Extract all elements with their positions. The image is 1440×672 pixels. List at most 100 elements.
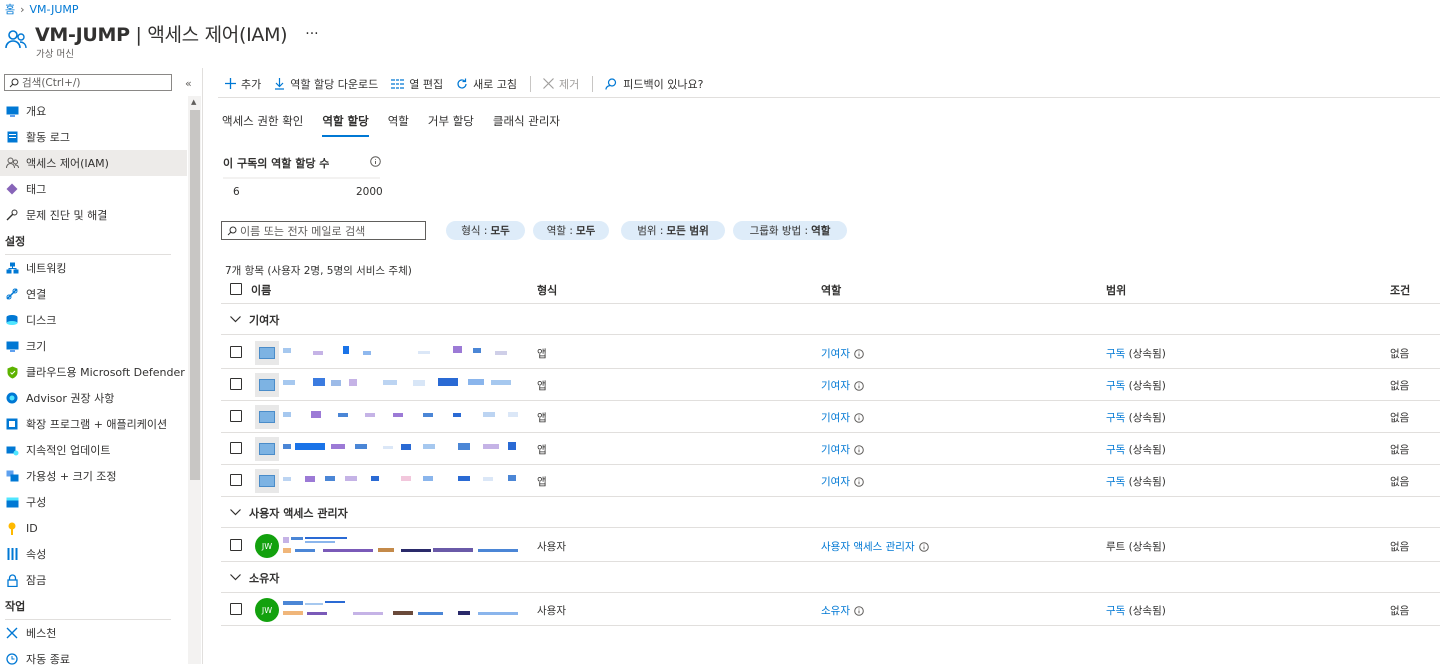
sidebar-scroll-thumb[interactable] [190, 110, 200, 480]
scope-link[interactable]: 구독 [1106, 348, 1125, 360]
select-all-checkbox[interactable] [230, 283, 242, 295]
add-button[interactable]: 추가 [225, 76, 261, 92]
remove-button[interactable]: 제거 [543, 76, 579, 92]
tab-roles[interactable]: 역할 [388, 113, 409, 137]
edit-columns-button[interactable]: 열 편집 [391, 76, 443, 92]
tab-role-assignments[interactable]: 역할 할당 [322, 113, 369, 137]
column-header-name[interactable]: 이름 [251, 282, 271, 298]
sidebar-item-advisor[interactable]: Advisor 권장 사항 [0, 385, 187, 411]
info-icon[interactable] [854, 445, 864, 455]
tab-deny-assignments[interactable]: 거부 할당 [428, 113, 474, 137]
column-header-condition[interactable]: 조건 [1390, 282, 1410, 298]
info-icon[interactable] [854, 349, 864, 359]
condition-cell: 없음 [1390, 412, 1410, 424]
sidebar-item-size[interactable]: 크기 [0, 333, 187, 359]
type-cell: 앱 [537, 444, 547, 456]
role-link[interactable]: 사용자 액세스 관리자 [821, 541, 915, 553]
row-checkbox[interactable] [230, 474, 242, 486]
sidebar-item-label: 베스천 [26, 627, 57, 640]
sidebar-item-updates[interactable]: 지속적인 업데이트 [0, 437, 187, 463]
info-icon[interactable] [854, 413, 864, 423]
sidebar-item-defender[interactable]: 클라우드용 Microsoft Defender [0, 359, 187, 385]
assignment-count-title: 이 구독의 역할 할당 수 [223, 157, 330, 170]
row-checkbox[interactable] [230, 378, 242, 390]
row-checkbox[interactable] [230, 346, 242, 358]
group-header-user-access-administrator[interactable]: 사용자 액세스 관리자 [221, 498, 1440, 528]
add-button-label: 추가 [241, 77, 262, 91]
scope-filter-pill[interactable]: 범위 : 모든 범위 [621, 221, 725, 240]
info-icon[interactable] [854, 381, 864, 391]
column-header-type[interactable]: 형식 [537, 282, 557, 298]
table-row[interactable]: 앱 기여자 구독 (상속됨) 없음 [221, 401, 1440, 433]
role-link[interactable]: 기여자 [821, 380, 850, 392]
row-checkbox[interactable] [230, 603, 242, 615]
column-header-role[interactable]: 역할 [821, 282, 841, 298]
connect-icon [5, 287, 19, 301]
info-icon[interactable] [918, 542, 929, 552]
row-checkbox[interactable] [230, 410, 242, 422]
table-row[interactable]: 앱 기여자 구독 (상속됨) 없음 [221, 465, 1440, 497]
column-header-scope[interactable]: 범위 [1106, 282, 1126, 298]
chevron-down-icon [230, 316, 241, 323]
tab-check-access[interactable]: 액세스 권한 확인 [222, 113, 303, 137]
type-filter-pill[interactable]: 형식 : 모두 [446, 221, 525, 240]
sidebar-item-bastion[interactable]: 베스천 [0, 620, 187, 646]
sidebar-item-activity-log[interactable]: 활동 로그 [0, 124, 187, 150]
people-icon [5, 156, 19, 170]
breadcrumb-current-link[interactable]: VM-JUMP [30, 3, 79, 16]
role-link[interactable]: 기여자 [821, 412, 850, 424]
sidebar-item-auto-shutdown[interactable]: 자동 종료 [0, 646, 187, 672]
sidebar-item-iam[interactable]: 액세스 제어(IAM) [0, 150, 187, 176]
sidebar-item-configuration[interactable]: 구성 [0, 489, 187, 515]
info-icon[interactable] [854, 477, 864, 487]
row-checkbox[interactable] [230, 539, 242, 551]
remove-button-label: 제거 [559, 77, 580, 91]
table-row[interactable]: JW 사용자 사용자 액세스 관리자 루트 (상속됨) 없음 [221, 530, 1440, 562]
scope-link[interactable]: 구독 [1106, 412, 1125, 424]
group-header-owner[interactable]: 소유자 [221, 563, 1440, 593]
group-by-filter-pill[interactable]: 그룹화 방법 : 역할 [733, 221, 847, 240]
sidebar-item-availability[interactable]: 가용성 + 크기 조정 [0, 463, 187, 489]
refresh-button[interactable]: 새로 고침 [456, 76, 517, 92]
download-assignments-button[interactable]: 역할 할당 다운로드 [274, 76, 378, 92]
sidebar-item-connect[interactable]: 연결 [0, 281, 187, 307]
scope-link[interactable]: 구독 [1106, 380, 1125, 392]
breadcrumb-home-link[interactable]: 홈 [5, 1, 15, 17]
more-options-button[interactable]: ··· [305, 26, 318, 42]
sidebar-item-identity[interactable]: ID [0, 515, 187, 541]
role-link[interactable]: 기여자 [821, 348, 850, 360]
app-icon [255, 373, 279, 397]
scope-link[interactable]: 구독 [1106, 605, 1125, 617]
items-summary: 7개 항목 (사용자 2명, 5명의 서비스 주체) [225, 265, 412, 277]
sidebar-item-properties[interactable]: 속성 [0, 541, 187, 567]
sidebar-item-diagnose[interactable]: 문제 진단 및 해결 [0, 202, 187, 228]
table-row[interactable]: JW 사용자 소유자 구독 (상속됨) 없음 [221, 594, 1440, 626]
info-icon[interactable] [370, 156, 381, 167]
row-checkbox[interactable] [230, 442, 242, 454]
sidebar-item-networking[interactable]: 네트워킹 [0, 255, 187, 281]
role-link[interactable]: 기여자 [821, 476, 850, 488]
table-row[interactable]: 앱 기여자 구독 (상속됨) 없음 [221, 337, 1440, 369]
config-icon [5, 495, 19, 509]
tab-classic-administrators[interactable]: 클래식 관리자 [493, 113, 560, 137]
refresh-button-label: 새로 고침 [473, 77, 518, 91]
sidebar-item-tags[interactable]: 태그 [0, 176, 187, 202]
info-icon[interactable] [854, 606, 864, 616]
role-link[interactable]: 소유자 [821, 605, 850, 617]
group-header-contributor[interactable]: 기여자 [221, 305, 1440, 335]
role-link[interactable]: 기여자 [821, 444, 850, 456]
feedback-button[interactable]: 피드백이 있나요? [605, 76, 703, 92]
sidebar-item-extensions[interactable]: 확장 프로그램 + 애플리케이션 [0, 411, 187, 437]
sidebar-item-overview[interactable]: 개요 [0, 98, 187, 124]
scope-link[interactable]: 구독 [1106, 444, 1125, 456]
table-row[interactable]: 앱 기여자 구독 (상속됨) 없음 [221, 433, 1440, 465]
sidebar-item-disks[interactable]: 디스크 [0, 307, 187, 333]
table-row[interactable]: 앱 기여자 구독 (상속됨) 없음 [221, 369, 1440, 401]
role-filter-pill[interactable]: 역할 : 모두 [533, 221, 609, 240]
scroll-up-arrow-icon[interactable]: ▲ [191, 98, 196, 106]
sidebar-search-input[interactable]: 검색(Ctrl+/) [4, 74, 172, 91]
name-email-search-input[interactable]: 이름 또는 전자 메일로 검색 [221, 221, 426, 240]
collapse-sidebar-button[interactable]: « [185, 77, 192, 90]
sidebar-item-locks[interactable]: 잠금 [0, 567, 187, 593]
scope-link[interactable]: 구독 [1106, 476, 1125, 488]
